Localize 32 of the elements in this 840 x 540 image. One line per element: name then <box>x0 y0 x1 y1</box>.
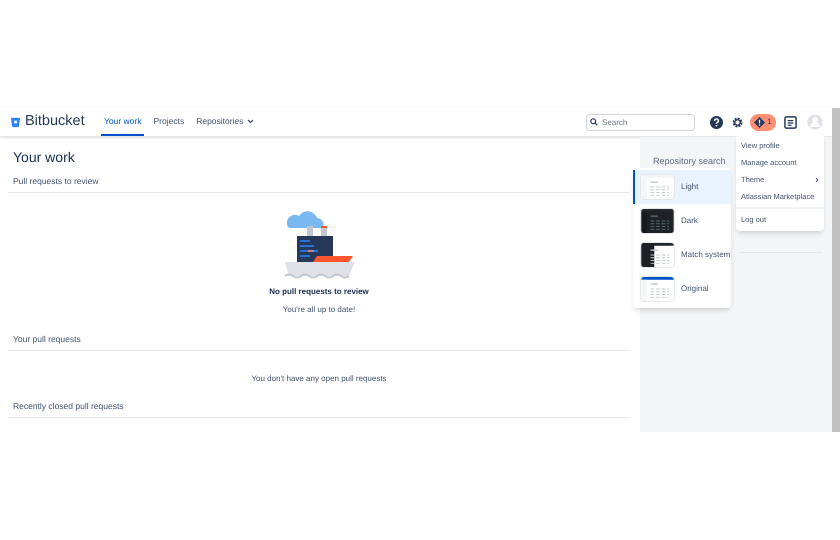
chevron-right-icon <box>815 176 819 182</box>
app-logo[interactable]: Bitbucket <box>25 111 85 133</box>
notification-button[interactable]: 1 <box>750 114 776 130</box>
theme-preview-icon <box>640 208 675 234</box>
theme-preview-icon <box>640 174 675 200</box>
theme-preview-icon <box>640 276 675 302</box>
notes-icon[interactable] <box>784 116 797 128</box>
alert-icon <box>754 116 766 128</box>
theme-option[interactable]: Dark <box>633 204 731 238</box>
nav-tab[interactable]: Projects <box>150 108 188 136</box>
theme-option[interactable]: Original <box>633 272 731 306</box>
theme-option[interactable]: Light <box>633 170 731 204</box>
nav-tab[interactable]: Your work <box>101 108 144 136</box>
nav-tab[interactable]: Repositories <box>193 108 258 136</box>
section-heading: Your pull requests <box>13 333 81 346</box>
help-icon[interactable] <box>710 116 723 128</box>
section-heading: Pull requests to review <box>13 175 99 188</box>
empty-state-message: You're all up to date! <box>282 304 356 316</box>
search-icon <box>590 118 598 126</box>
settings-icon[interactable] <box>731 116 744 128</box>
search-field[interactable]: Search <box>586 114 695 130</box>
theme-preview-icon <box>640 242 675 268</box>
empty-state-message: You don't have any open pull requests <box>251 373 387 385</box>
page-title: Your work <box>12 148 76 167</box>
ship-drawing <box>283 210 355 280</box>
theme-option[interactable]: Match system <box>633 238 731 272</box>
scrollbar[interactable] <box>832 108 840 432</box>
sidebar-heading: Repository search <box>653 155 726 168</box>
section-heading: Recently closed pull requests <box>13 400 124 413</box>
empty-state-title: No pull requests to review <box>269 286 369 298</box>
chevron-down-icon <box>247 118 254 124</box>
bucket-logo-icon <box>10 116 21 128</box>
